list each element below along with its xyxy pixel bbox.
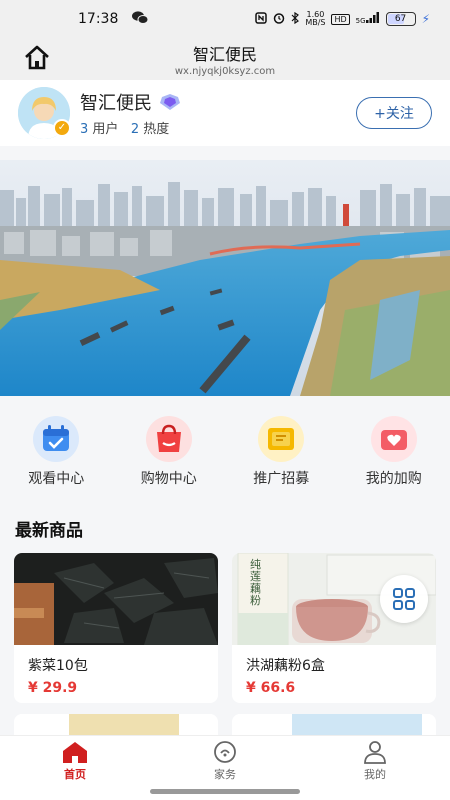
quick-item-shopping-center[interactable]: 购物中心	[113, 398, 226, 498]
product-card[interactable]: 纯莲藕粉 洪湖藕粉6盒 ¥ 66.6	[232, 553, 436, 703]
home-icon[interactable]	[22, 43, 52, 73]
product-card[interactable]: 紫菜10包 ¥ 29.9	[14, 553, 218, 703]
battery-icon: 67	[385, 12, 416, 26]
tab-home[interactable]: 首页	[0, 736, 150, 800]
quick-label: 我的加购	[365, 471, 422, 487]
quick-item-my-cart[interactable]: 我的加购	[338, 398, 450, 498]
heart-box-icon	[370, 416, 417, 462]
profile-name: 智汇便民	[80, 93, 152, 114]
status-icons: 1.60 MB/S HD 5G 67 ⚡	[255, 11, 430, 27]
housework-icon	[214, 741, 236, 763]
quick-item-promotion[interactable]: 推广招募	[225, 398, 338, 498]
home-icon	[63, 742, 87, 763]
tab-profile[interactable]: 我的	[300, 736, 450, 800]
shopping-bag-icon	[145, 416, 192, 462]
signal-icon: 5G	[356, 12, 380, 26]
title-bar: 智汇便民 wx.njyqkj0ksyz.com	[0, 38, 450, 80]
status-time: 17:38	[78, 11, 119, 27]
wechat-notification-icon	[132, 11, 149, 27]
tab-label: 我的	[364, 768, 386, 781]
product-package-text: 纯莲藕粉	[250, 558, 261, 607]
section-title-latest-products: 最新商品	[15, 521, 83, 541]
page-title: 智汇便民	[192, 45, 257, 64]
profile-icon	[364, 741, 386, 764]
profile-card: ✓ 智汇便民 3 用户 2 热度 +关注	[0, 80, 450, 146]
profile-stats: 3 用户 2 热度	[80, 122, 170, 137]
tab-label: 家务	[214, 768, 236, 781]
follow-button[interactable]: +关注	[356, 97, 432, 129]
network-speed: 1.60 MB/S	[305, 10, 326, 27]
status-bar: 17:38 1.60 MB/S HD 5G 67 ⚡	[0, 0, 450, 38]
product-price: ¥ 29.9	[28, 680, 78, 696]
charging-icon: ⚡	[421, 12, 430, 26]
product-name: 洪湖藕粉6盒	[246, 658, 325, 674]
calendar-icon	[33, 416, 80, 462]
grid-menu-button[interactable]	[380, 575, 428, 623]
home-indicator[interactable]	[150, 789, 300, 794]
alarm-icon	[273, 12, 285, 27]
page-domain: wx.njyqkj0ksyz.com	[174, 66, 276, 77]
quick-item-watch-center[interactable]: 观看中心	[0, 398, 113, 498]
vip-badge-icon	[158, 93, 182, 111]
product-price: ¥ 66.6	[246, 680, 296, 696]
quick-label: 推广招募	[253, 471, 310, 487]
quick-label: 观看中心	[28, 471, 85, 487]
hd-badge: HD	[331, 13, 350, 25]
promotion-icon	[258, 416, 305, 462]
verified-badge-icon: ✓	[53, 119, 71, 137]
quick-menu: 观看中心 购物中心 推广招募 我的加购	[0, 398, 450, 498]
quick-label: 购物中心	[140, 471, 197, 487]
product-name: 紫菜10包	[28, 658, 88, 674]
bluetooth-icon	[291, 11, 300, 27]
tab-label: 首页	[64, 768, 86, 781]
banner-image[interactable]	[0, 160, 450, 396]
nfc-icon	[255, 11, 268, 27]
product-image-seaweed	[14, 553, 218, 645]
